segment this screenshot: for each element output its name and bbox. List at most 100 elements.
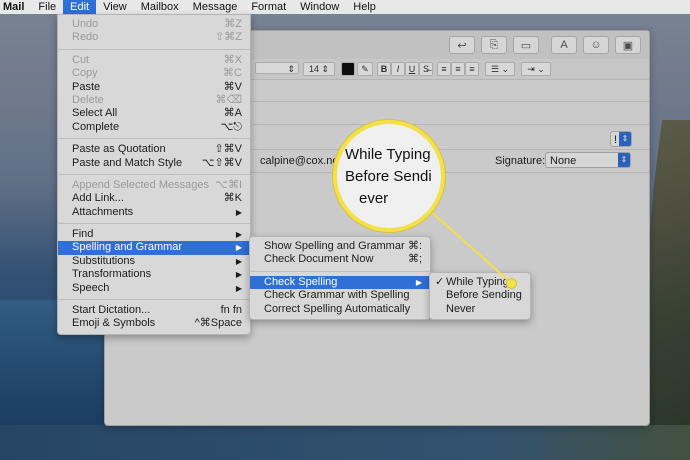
magnifier-line-1: While Typing	[345, 146, 431, 163]
shortcut-label: ⌘;	[407, 253, 422, 266]
menu-item-label: Delete	[72, 93, 104, 106]
edit-menu: Undo ⌘Z Redo ⇧⌘Z Cut ⌘X Copy ⌘C Paste ⌘V Delete ⌘⌫ S…	[57, 14, 251, 335]
shortcut-label: ⌘X	[223, 53, 242, 66]
submenu-arrow-icon: ▶	[235, 283, 242, 293]
menu-item-label: Check Spelling	[264, 275, 338, 288]
menu-item-add-link[interactable]: Add Link... ⌘K	[58, 192, 250, 205]
magnifier-callout: While Typing Before Sendi ever	[333, 120, 445, 232]
menu-item-label: Add Link...	[72, 192, 124, 205]
shortcut-label: ^⌘Space	[194, 317, 242, 330]
submenu-arrow-icon: ▶	[235, 270, 242, 280]
menu-item-label: Redo	[72, 31, 99, 44]
menu-item-show-spelling-and-grammar[interactable]: Show Spelling and Grammar ⌘:	[250, 240, 430, 253]
menu-item-never[interactable]: Never	[430, 303, 530, 316]
menu-item-label: Find	[72, 228, 94, 241]
magnifier-line-3: ever	[359, 190, 389, 207]
menu-item-label: Spelling and Grammar	[72, 241, 183, 254]
menu-item-attachments[interactable]: Attachments ▶	[58, 206, 250, 219]
menu-item-start-dictation[interactable]: Start Dictation... fn fn	[58, 304, 250, 317]
callout-dot	[506, 278, 517, 289]
menu-item-emoji-symbols[interactable]: Emoji & Symbols ^⌘Space	[58, 317, 250, 330]
menu-message[interactable]: Message	[186, 0, 245, 14]
menu-item-paste[interactable]: Paste ⌘V	[58, 81, 250, 94]
menu-mailbox[interactable]: Mailbox	[134, 0, 186, 14]
menu-item-label: Undo	[72, 18, 99, 30]
menu-item-label: While Typing	[446, 276, 509, 288]
menu-item-before-sending[interactable]: Before Sending	[430, 289, 530, 302]
shortcut-label: ⌘Z	[224, 18, 242, 30]
menu-item-label: Transformations	[72, 268, 152, 281]
shortcut-label: ⌘V	[223, 80, 242, 93]
shortcut-label: ⌘A	[223, 107, 242, 120]
menu-item-undo: Undo ⌘Z	[58, 18, 250, 31]
shortcut-label: ⇧⌘Z	[215, 31, 242, 44]
menu-item-paste-and-match-style[interactable]: Paste and Match Style ⌥⇧⌘V	[58, 157, 250, 170]
shortcut-label: ⇧⌘V	[214, 143, 242, 156]
shortcut-label: fn fn	[220, 304, 242, 317]
menu-separator	[58, 173, 250, 175]
shortcut-label: ⌘:	[407, 240, 422, 252]
submenu-arrow-icon: ▶	[235, 207, 242, 217]
menu-separator	[58, 299, 250, 301]
shortcut-label: ⌘C	[223, 67, 242, 80]
checkmark-icon: ✓	[435, 276, 445, 288]
spelling-grammar-submenu: Show Spelling and Grammar ⌘: Check Documen…	[249, 236, 431, 320]
menu-item-complete[interactable]: Complete ⌥⎋	[58, 121, 250, 134]
menu-item-check-spelling[interactable]: Check Spelling ▶	[250, 275, 430, 290]
menu-item-transformations[interactable]: Transformations ▶	[58, 268, 250, 281]
submenu-arrow-icon: ▶	[235, 230, 242, 240]
shortcut-label: ⌥⎋	[220, 120, 242, 133]
menu-item-label: Show Spelling and Grammar	[264, 240, 405, 252]
menu-separator	[58, 138, 250, 140]
menu-item-delete: Delete ⌘⌫	[58, 94, 250, 107]
menu-edit[interactable]: Edit	[63, 0, 97, 14]
menu-item-append-selected-messages: Append Selected Messages ⌥⌘I	[58, 179, 250, 192]
menu-item-label: Paste as Quotation	[72, 143, 166, 156]
menu-item-label: Cut	[72, 53, 90, 66]
menu-item-label: Append Selected Messages	[72, 178, 209, 191]
menu-separator	[58, 223, 250, 225]
menu-item-label: Check Document Now	[264, 253, 374, 266]
submenu-arrow-icon: ▶	[415, 277, 422, 287]
menu-item-check-grammar-with-spelling[interactable]: Check Grammar with Spelling	[250, 289, 430, 302]
magnifier-line-2: Before Sendi	[345, 168, 432, 185]
menu-item-paste-as-quotation[interactable]: Paste as Quotation ⇧⌘V	[58, 143, 250, 156]
menu-item-label: Check Grammar with Spelling	[264, 289, 410, 302]
shortcut-label: ⌥⌘I	[215, 178, 242, 191]
menu-format[interactable]: Format	[244, 0, 293, 14]
submenu-arrow-icon: ▶	[235, 243, 242, 253]
shortcut-label: ⌘K	[223, 192, 242, 205]
menu-item-redo: Redo ⇧⌘Z	[58, 31, 250, 44]
menu-item-find[interactable]: Find ▶	[58, 228, 250, 241]
menu-separator	[58, 48, 250, 50]
menu-item-check-document-now[interactable]: Check Document Now ⌘;	[250, 253, 430, 266]
menu-item-label: Never	[446, 302, 476, 315]
menu-window[interactable]: Window	[293, 0, 346, 14]
menu-item-spelling-and-grammar[interactable]: Spelling and Grammar ▶	[58, 241, 250, 255]
menu-item-cut: Cut ⌘X	[58, 54, 250, 67]
menu-item-speech[interactable]: Speech ▶	[58, 282, 250, 295]
menu-item-label: Attachments	[72, 205, 134, 218]
menu-item-label: Paste and Match Style	[72, 156, 183, 169]
menu-item-copy: Copy ⌘C	[58, 67, 250, 80]
menu-item-label: Emoji & Symbols	[72, 317, 156, 330]
menu-item-label: Start Dictation...	[72, 304, 151, 317]
menu-item-correct-spelling-automatically[interactable]: Correct Spelling Automatically	[250, 303, 430, 316]
menu-separator	[250, 270, 430, 272]
menu-item-label: Copy	[72, 67, 98, 80]
menu-file[interactable]: File	[31, 0, 63, 14]
menu-bar: Mail File Edit View Mailbox Message Format Wind…	[0, 0, 690, 14]
menu-item-substitutions[interactable]: Substitutions ▶	[58, 255, 250, 268]
menu-view[interactable]: View	[96, 0, 134, 14]
menu-item-label: Select All	[72, 107, 118, 120]
menu-item-label: Before Sending	[446, 289, 522, 302]
menu-item-select-all[interactable]: Select All ⌘A	[58, 107, 250, 120]
menu-mail[interactable]: Mail	[0, 0, 31, 14]
menu-item-label: Correct Spelling Automatically	[264, 302, 411, 315]
menu-item-label: Paste	[72, 80, 101, 93]
shortcut-label: ⌥⇧⌘V	[201, 156, 242, 169]
menu-item-label: Complete	[72, 120, 120, 133]
shortcut-label: ⌘⌫	[215, 93, 242, 106]
menu-help[interactable]: Help	[346, 0, 383, 14]
menu-item-label: Substitutions	[72, 254, 135, 267]
